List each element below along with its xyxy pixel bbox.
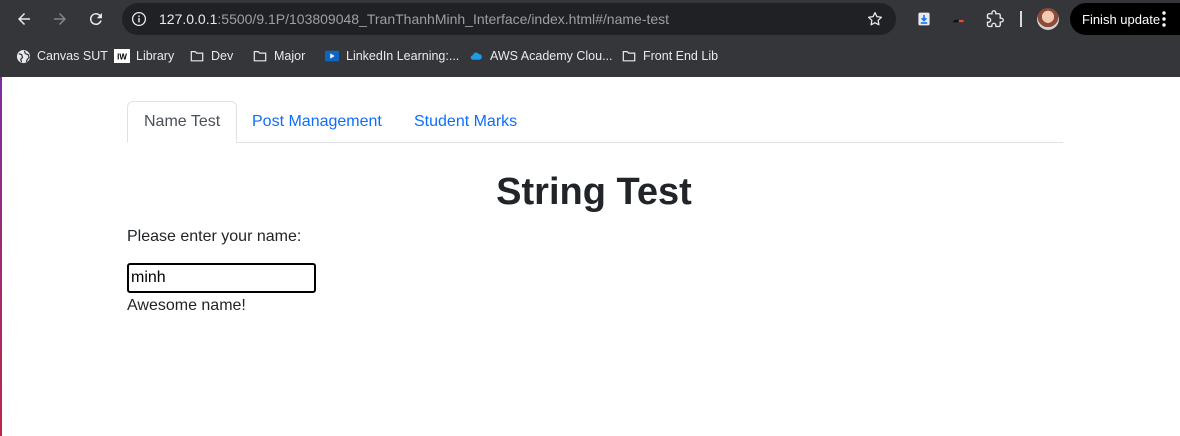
back-button[interactable] (12, 7, 36, 31)
bookmark-linkedin-learning[interactable]: LinkedIn Learning:... (324, 42, 459, 70)
url-text: 127.0.0.1:5500/9.1P/103809048_TranThanhM… (159, 11, 669, 27)
bookmark-label: Library (136, 49, 175, 63)
bookmark-folder-dev[interactable]: Dev (189, 42, 233, 70)
bookmark-label: LinkedIn Learning:... (346, 49, 460, 63)
bookmark-label: AWS Academy Clou... (490, 49, 613, 63)
cloud-icon (468, 48, 484, 64)
bookmark-label: Major (274, 49, 306, 63)
iw-icon: IW (114, 48, 130, 64)
profile-avatar[interactable] (1037, 8, 1059, 30)
browser-toolbar: 127.0.0.1:5500/9.1P/103809048_TranThanhM… (0, 0, 1180, 38)
bookmark-aws-academy[interactable]: AWS Academy Clou... (468, 42, 613, 70)
extension-wallet-icon[interactable] (948, 9, 968, 29)
tab-student-marks[interactable]: Student Marks (398, 101, 533, 143)
address-bar[interactable]: 127.0.0.1:5500/9.1P/103809048_TranThanhM… (122, 3, 896, 35)
browser-chrome: 127.0.0.1:5500/9.1P/103809048_TranThanhM… (0, 0, 1180, 77)
folder-icon (621, 48, 637, 64)
url-path: :5500/9.1P/103809048_TranThanhMinh_Inter… (217, 11, 670, 27)
name-prompt-label: Please enter your name: (127, 228, 302, 245)
bookmark-star-icon[interactable] (866, 10, 884, 28)
page-content: Name Test Post Management Student Marks … (0, 77, 1180, 436)
globe-icon (15, 48, 31, 64)
more-vert-icon (1162, 11, 1166, 27)
window-edge (0, 77, 2, 436)
tab-label: Post Management (252, 113, 382, 130)
name-feedback-text: Awesome name! (127, 297, 246, 314)
arrow-right-icon (54, 13, 66, 25)
tab-post-management[interactable]: Post Management (236, 101, 398, 143)
tab-label: Name Test (144, 113, 221, 130)
bookmark-label: Canvas SUT (37, 49, 108, 63)
bookmark-label: Front End Lib (643, 49, 719, 63)
url-host: 127.0.0.1 (159, 11, 218, 27)
page-title: String Test (496, 171, 692, 213)
bookmark-label: Dev (211, 49, 234, 63)
svg-text:IW: IW (117, 53, 127, 62)
forward-button[interactable] (48, 7, 72, 31)
tab-name-test[interactable]: Name Test (127, 101, 238, 143)
finish-update-button[interactable]: Finish update (1070, 3, 1180, 35)
name-input[interactable] (127, 263, 316, 293)
folder-icon (189, 48, 205, 64)
bookmarks-bar: Canvas SUT IW Library Dev Major LinkedIn… (0, 42, 1180, 70)
bookmark-folder-front-end-lib[interactable]: Front End Lib (621, 42, 718, 70)
bookmark-library[interactable]: IW Library (114, 42, 174, 70)
folder-icon (252, 48, 268, 64)
arrow-left-icon (18, 13, 30, 25)
bookmark-canvas-sut[interactable]: Canvas SUT (15, 42, 108, 70)
reload-icon (89, 13, 102, 26)
finish-update-label: Finish update (1082, 11, 1161, 27)
site-info-icon[interactable] (130, 10, 148, 28)
tab-label: Student Marks (414, 113, 518, 130)
extension-download-icon[interactable] (914, 9, 934, 29)
toolbar-divider (1020, 11, 1022, 27)
play-icon (324, 48, 340, 64)
nav-tabs: Name Test Post Management Student Marks (127, 101, 1063, 143)
reload-button[interactable] (84, 7, 108, 31)
extensions-puzzle-icon[interactable] (985, 9, 1005, 29)
bookmark-folder-major[interactable]: Major (252, 42, 305, 70)
